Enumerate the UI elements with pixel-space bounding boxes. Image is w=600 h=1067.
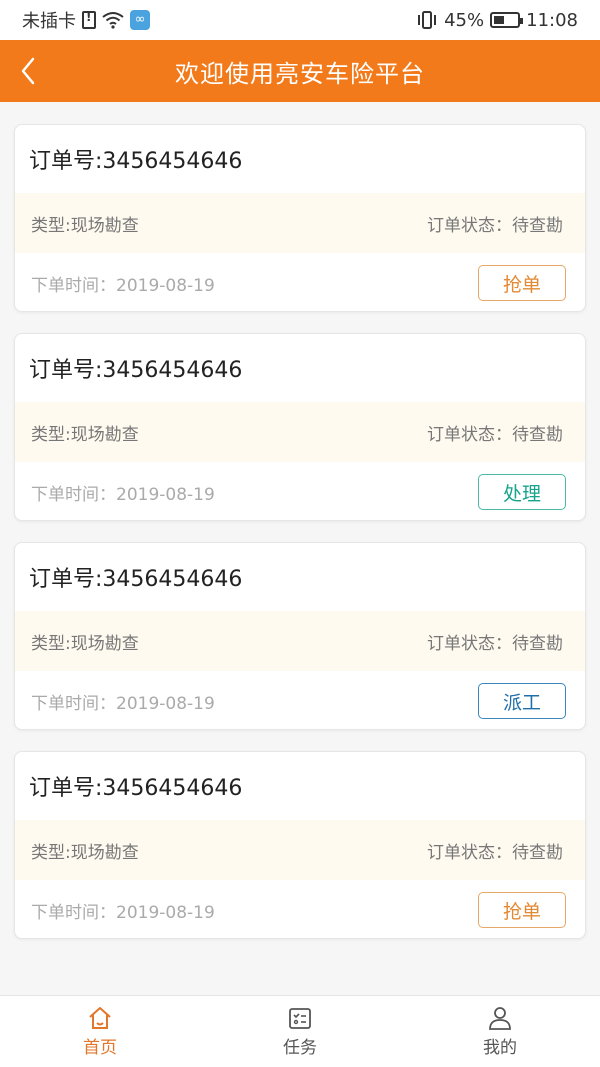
nav-label-home: 首页 <box>83 1038 117 1058</box>
nav-label-profile: 我的 <box>483 1038 517 1058</box>
app-badge-icon: ∞ <box>130 10 150 30</box>
clock-time: 11:08 <box>526 9 578 31</box>
nav-label-tasks: 任务 <box>283 1038 317 1058</box>
nav-item-profile[interactable]: 我的 <box>400 996 600 1067</box>
order-info-row: 类型:现场勘查 订单状态：待查勘 <box>15 611 585 671</box>
order-card[interactable]: 订单号:3456454646 类型:现场勘查 订单状态：待查勘 下单时间：201… <box>14 333 586 521</box>
sim-warning-icon <box>82 10 96 29</box>
order-footer-row: 下单时间：2019-08-19 派工 <box>15 671 585 729</box>
app-header: 欢迎使用亮安车险平台 <box>0 40 600 102</box>
vibrate-icon <box>418 11 437 29</box>
order-status: 订单状态：待查勘 <box>427 633 563 654</box>
order-time: 下单时间：2019-08-19 <box>31 693 215 714</box>
order-card[interactable]: 订单号:3456454646 类型:现场勘查 订单状态：待查勘 下单时间：201… <box>14 124 586 312</box>
order-type: 类型:现场勘查 <box>31 424 139 445</box>
order-info-row: 类型:现场勘查 订单状态：待查勘 <box>15 820 585 880</box>
task-list-icon <box>289 1008 311 1029</box>
order-time: 下单时间：2019-08-19 <box>31 902 215 923</box>
status-left: 未插卡 ∞ <box>22 7 150 33</box>
status-bar: 未插卡 ∞ 45% 11:08 <box>0 0 600 40</box>
nav-item-home[interactable]: 首页 <box>0 996 200 1067</box>
order-type: 类型:现场勘查 <box>31 215 139 236</box>
carrier-label: 未插卡 <box>22 11 76 32</box>
bottom-nav: 首页 任务 我的 <box>0 995 600 1067</box>
order-status: 订单状态：待查勘 <box>427 424 563 445</box>
page-title: 欢迎使用亮安车险平台 <box>175 59 425 88</box>
order-info-row: 类型:现场勘查 订单状态：待查勘 <box>15 193 585 253</box>
handle-order-button[interactable]: 处理 <box>478 474 566 510</box>
dispatch-order-button[interactable]: 派工 <box>478 683 566 719</box>
nav-item-tasks[interactable]: 任务 <box>200 996 400 1067</box>
order-footer-row: 下单时间：2019-08-19 抢单 <box>15 880 585 938</box>
order-number: 订单号:3456454646 <box>29 567 243 592</box>
order-time: 下单时间：2019-08-19 <box>31 275 215 296</box>
order-type: 类型:现场勘查 <box>31 633 139 654</box>
back-button[interactable] <box>10 52 46 90</box>
battery-percent: 45% <box>444 9 485 31</box>
order-list: 订单号:3456454646 类型:现场勘查 订单状态：待查勘 下单时间：201… <box>14 124 586 960</box>
order-time: 下单时间：2019-08-19 <box>31 484 215 505</box>
grab-order-button[interactable]: 抢单 <box>478 892 566 928</box>
battery-fill <box>494 16 505 24</box>
user-icon <box>489 1007 511 1030</box>
order-number: 订单号:3456454646 <box>29 149 243 174</box>
chevron-left-icon <box>21 57 35 85</box>
order-card[interactable]: 订单号:3456454646 类型:现场勘查 订单状态：待查勘 下单时间：201… <box>14 751 586 939</box>
order-type: 类型:现场勘查 <box>31 842 139 863</box>
grab-order-button[interactable]: 抢单 <box>478 265 566 301</box>
order-info-row: 类型:现场勘查 订单状态：待查勘 <box>15 402 585 462</box>
status-right: 45% 11:08 <box>416 10 578 31</box>
battery-icon <box>490 12 524 28</box>
order-number: 订单号:3456454646 <box>29 776 243 801</box>
wifi-icon <box>102 12 124 29</box>
home-icon <box>89 1007 111 1029</box>
order-footer-row: 下单时间：2019-08-19 抢单 <box>15 253 585 311</box>
order-number: 订单号:3456454646 <box>29 358 243 383</box>
order-footer-row: 下单时间：2019-08-19 处理 <box>15 462 585 520</box>
order-status: 订单状态：待查勘 <box>427 842 563 863</box>
order-card[interactable]: 订单号:3456454646 类型:现场勘查 订单状态：待查勘 下单时间：201… <box>14 542 586 730</box>
order-status: 订单状态：待查勘 <box>427 215 563 236</box>
